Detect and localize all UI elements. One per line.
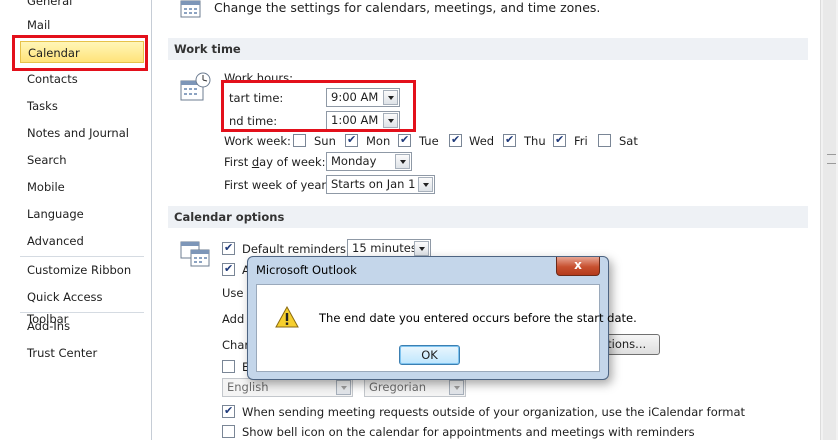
default-reminders-checkbox[interactable] xyxy=(222,241,235,255)
sidebar-item-contacts[interactable]: Contacts xyxy=(20,68,144,90)
first-day-label-post: ay of week: xyxy=(259,155,326,169)
alternate-calendar-type-dropdown: Gregorian xyxy=(364,378,466,397)
change-option-label-fragment: Char xyxy=(222,338,250,352)
first-day-of-week-label: First day of week: xyxy=(224,154,326,170)
day-label-thu: Thu xyxy=(524,134,546,148)
work-time-clock-icon xyxy=(180,72,211,101)
checkbox-sun[interactable] xyxy=(293,134,306,147)
sidebar-item-label: Language xyxy=(27,207,84,221)
dialog-title: Microsoft Outlook xyxy=(256,263,357,277)
calendar-highlight-box xyxy=(12,35,148,71)
calendar-options-icon xyxy=(180,241,210,267)
sidebar-item-trust-center[interactable]: Trust Center xyxy=(20,342,144,364)
sidebar-item-label: Notes and Journal xyxy=(27,126,129,140)
error-dialog: Microsoft Outlook x The end date you ent… xyxy=(247,256,637,380)
day-label-sat: Sat xyxy=(619,134,638,148)
sidebar-item-customize-ribbon[interactable]: Customize Ribbon xyxy=(20,259,144,281)
sidebar-item-label: Advanced xyxy=(27,234,84,248)
sidebar-item-label: General xyxy=(27,0,73,8)
checkbox-mon[interactable] xyxy=(345,133,358,147)
alternate-calendar-language-dropdown: English xyxy=(222,378,353,397)
chevron-down-icon xyxy=(449,380,464,395)
sidebar-item-search[interactable]: Search xyxy=(20,149,144,171)
checkbox-tue[interactable] xyxy=(398,133,411,147)
sidebar-item-label: Mail xyxy=(27,18,51,32)
chevron-down-icon[interactable] xyxy=(418,177,433,192)
work-time-header: Work time xyxy=(168,38,808,60)
show-bell-icon-checkbox[interactable] xyxy=(222,425,235,438)
warning-icon xyxy=(275,306,299,328)
calendar-settings-icon xyxy=(180,0,201,18)
ok-button[interactable]: OK xyxy=(399,345,460,365)
add-option-label-fragment: Add xyxy=(222,312,245,326)
chevron-down-icon xyxy=(336,380,351,395)
scrollbar-grip-icon xyxy=(827,154,836,164)
intro-text: Change the settings for calendars, meeti… xyxy=(214,0,601,15)
first-day-of-week-value: Monday xyxy=(331,154,377,168)
icalendar-format-label: When sending meeting requests outside of… xyxy=(242,405,746,419)
enable-alternate-calendar-checkbox[interactable] xyxy=(222,360,235,373)
dialog-body: The end date you entered occurs before t… xyxy=(256,284,637,372)
first-week-of-year-dropdown[interactable]: Starts on Jan 1 xyxy=(326,175,435,194)
sidebar-item-label: Search xyxy=(27,153,67,167)
sidebar-item-general[interactable]: General xyxy=(20,0,144,12)
show-bell-icon-label: Show bell icon on the calendar for appoi… xyxy=(242,425,695,439)
sidebar-item-notes-and-journal[interactable]: Notes and Journal xyxy=(20,122,144,144)
dialog-message: The end date you entered occurs before t… xyxy=(319,311,637,325)
first-day-of-week-dropdown[interactable]: Monday xyxy=(326,152,412,171)
sidebar-divider xyxy=(20,256,144,257)
sidebar-item-label: Trust Center xyxy=(27,346,98,360)
work-hours-highlight-box xyxy=(221,80,416,132)
sidebar-item-label: Contacts xyxy=(27,72,78,86)
checkbox-thu[interactable] xyxy=(503,133,516,147)
sidebar-item-add-ins[interactable]: Add-Ins xyxy=(20,315,144,337)
sidebar-item-language[interactable]: Language xyxy=(20,203,144,225)
day-label-fri: Fri xyxy=(574,134,588,148)
first-week-of-year-value: Starts on Jan 1 xyxy=(331,177,416,191)
sidebar-item-quick-access-toolbar[interactable]: Quick Access Toolbar xyxy=(20,286,144,326)
chevron-down-icon[interactable] xyxy=(395,154,410,169)
alternate-calendar-type-value: Gregorian xyxy=(369,380,427,394)
sidebar-item-label: Customize Ribbon xyxy=(27,263,132,277)
vertical-scrollbar[interactable] xyxy=(820,0,838,440)
sidebar-item-tasks[interactable]: Tasks xyxy=(20,95,144,117)
sidebar-item-mobile[interactable]: Mobile xyxy=(20,176,144,198)
work-week-label: Work week: xyxy=(224,134,291,148)
day-label-sun: Sun xyxy=(314,134,336,148)
alternate-calendar-language-value: English xyxy=(227,380,269,394)
dialog-close-button[interactable]: x xyxy=(556,257,600,276)
scrollbar-thumb[interactable] xyxy=(823,0,836,440)
chevron-down-icon[interactable] xyxy=(414,241,429,256)
day-label-tue: Tue xyxy=(419,134,439,148)
sidebar-divider xyxy=(20,312,144,313)
ok-button-label: OK xyxy=(421,348,438,362)
first-day-label-pre: First xyxy=(224,155,252,169)
checkbox-sat[interactable] xyxy=(598,134,611,147)
sidebar-item-advanced[interactable]: Advanced xyxy=(20,230,144,252)
default-reminders-value: 15 minutes xyxy=(352,241,417,255)
first-week-of-year-label: First week of year: xyxy=(224,178,330,192)
default-reminders-label: Default reminders: xyxy=(242,242,350,256)
checkbox-wed[interactable] xyxy=(449,133,462,147)
sidebar-item-label: Add-Ins xyxy=(27,319,71,333)
icalendar-format-checkbox[interactable] xyxy=(222,404,235,418)
sidebar-item-mail[interactable]: Mail xyxy=(20,14,144,36)
close-icon: x xyxy=(574,258,582,272)
day-label-wed: Wed xyxy=(469,134,495,148)
calendar-options-header: Calendar options xyxy=(168,206,808,228)
allow-option-checkbox[interactable] xyxy=(222,262,235,276)
day-label-mon: Mon xyxy=(366,134,391,148)
sidebar-item-label: Mobile xyxy=(27,180,65,194)
sidebar-item-label: Tasks xyxy=(27,99,58,113)
checkbox-fri[interactable] xyxy=(553,133,566,147)
